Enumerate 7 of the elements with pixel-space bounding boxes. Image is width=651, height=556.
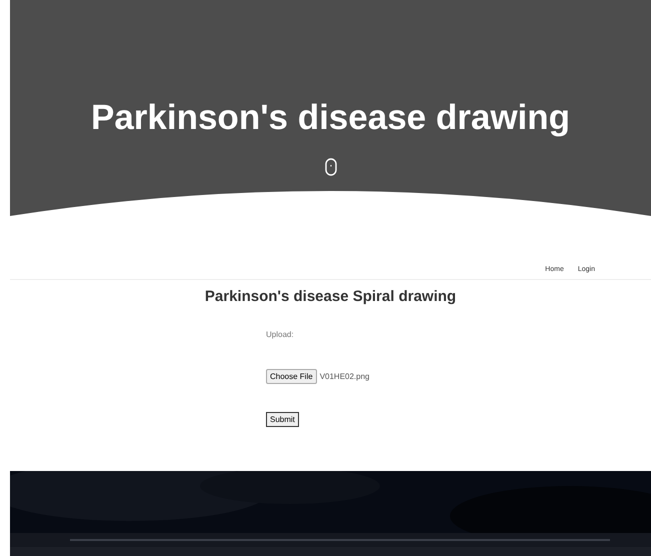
choose-file-button[interactable]: Choose File [266, 369, 317, 384]
page-heading: Parkinson's disease Spiral drawing [204, 288, 458, 305]
upload-label: Upload: [266, 330, 294, 339]
mouse-icon [324, 158, 336, 176]
submit-button[interactable]: Submit [266, 412, 299, 427]
hero-title: Parkinson's disease drawing [90, 98, 570, 138]
file-name: V01HE02.png [320, 372, 370, 381]
